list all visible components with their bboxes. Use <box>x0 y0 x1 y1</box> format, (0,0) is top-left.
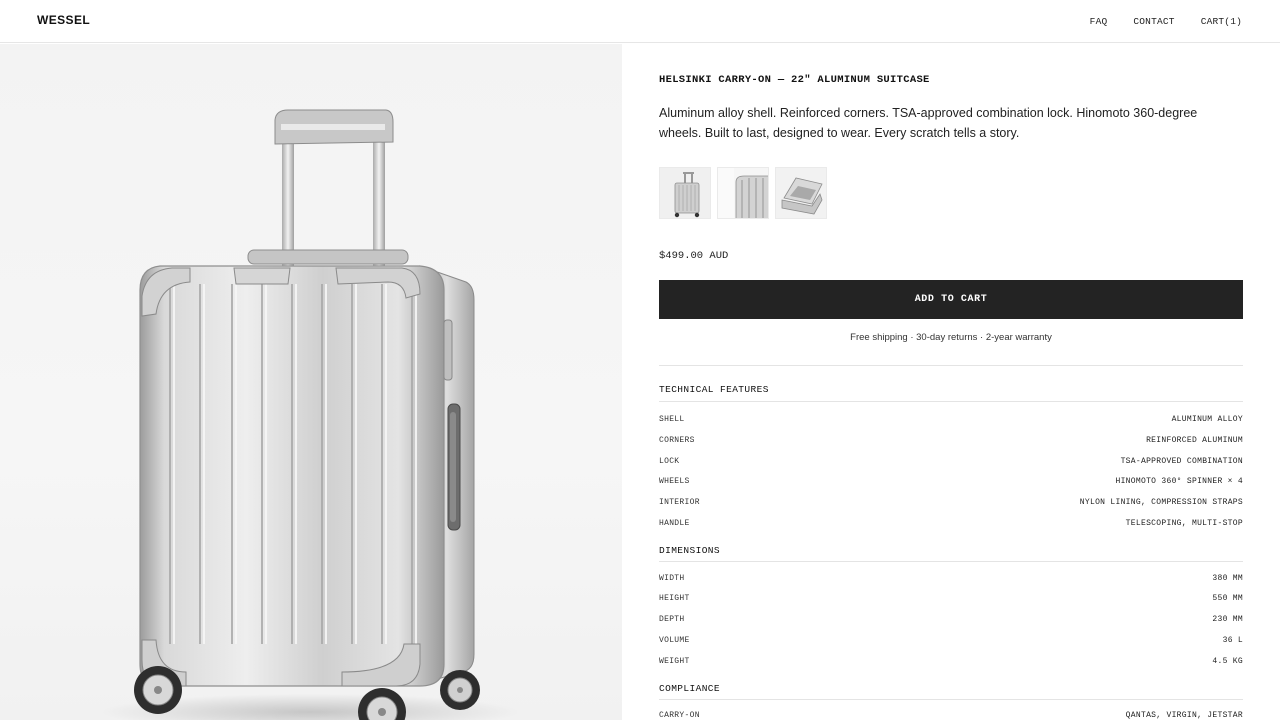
spec-row: DEPTH 230 MM <box>659 615 1243 629</box>
spec-value: 380 MM <box>1212 574 1243 583</box>
spec-value: 36 L <box>1222 636 1243 645</box>
product-title: HELSINKI CARRY-ON — 22" ALUMINUM SUITCAS… <box>659 74 930 86</box>
nav-cart-link[interactable]: CART(1) <box>1201 16 1242 27</box>
spec-value: 230 MM <box>1212 615 1243 624</box>
spec-row: INTERIOR NYLON LINING, COMPRESSION STRAPS <box>659 498 1243 512</box>
spec-row: CARRY-ON QANTAS, VIRGIN, JETSTAR <box>659 711 1243 720</box>
thumbnail-front[interactable] <box>659 167 711 219</box>
spec-value: HINOMOTO 360° SPINNER × 4 <box>1115 477 1243 486</box>
spec-value: NYLON LINING, COMPRESSION STRAPS <box>1079 498 1243 507</box>
spec-value: ALUMINUM ALLOY <box>1171 415 1243 424</box>
spec-row: HEIGHT 550 MM <box>659 594 1243 608</box>
technical-heading-divider <box>659 401 1243 402</box>
product-description: Aluminum alloy shell. Reinforced corners… <box>659 106 1198 140</box>
dimensions-heading-divider <box>659 561 1243 562</box>
spec-value: TELESCOPING, MULTI-STOP <box>1125 519 1243 528</box>
spec-row: SHELL ALUMINUM ALLOY <box>659 415 1243 429</box>
spec-key: CORNERS <box>659 436 695 445</box>
thumbnail-gallery <box>659 167 827 219</box>
thumbnail-side[interactable] <box>717 167 769 219</box>
site-header: WESSEL FAQ CONTACT CART(1) <box>0 0 1280 43</box>
spec-key: WEIGHT <box>659 657 690 666</box>
shipping-perks-text: Free shipping · 30-day returns · 2-year … <box>850 332 1052 343</box>
spec-value: REINFORCED ALUMINUM <box>1146 436 1243 445</box>
compliance-heading: COMPLIANCE <box>659 683 721 694</box>
technical-features-heading: TECHNICAL FEATURES <box>659 384 769 395</box>
spec-key: INTERIOR <box>659 498 700 507</box>
product-price: $499.00 AUD <box>659 250 729 262</box>
suitcase-side-icon <box>718 168 768 218</box>
spec-row: WEIGHT 4.5 KG <box>659 657 1243 671</box>
nav-faq-link[interactable]: FAQ <box>1090 16 1108 27</box>
main-nav: FAQ CONTACT CART(1) <box>1064 16 1242 27</box>
spec-value: TSA-APPROVED COMBINATION <box>1120 457 1243 466</box>
spec-key: WIDTH <box>659 574 685 583</box>
spec-row: LOCK TSA-APPROVED COMBINATION <box>659 457 1243 471</box>
spec-value: 550 MM <box>1212 594 1243 603</box>
spec-key: HEIGHT <box>659 594 690 603</box>
site-logo[interactable]: WESSEL <box>37 13 90 27</box>
thumbnail-open[interactable] <box>775 167 827 219</box>
add-to-cart-button[interactable]: ADD TO CART <box>659 280 1243 319</box>
spec-key: CARRY-ON <box>659 711 700 720</box>
spec-row: WHEELS HINOMOTO 360° SPINNER × 4 <box>659 477 1243 491</box>
suitcase-front-icon <box>660 168 710 218</box>
spec-key: WHEELS <box>659 477 690 486</box>
suitcase-icon <box>100 109 520 720</box>
compliance-heading-divider <box>659 699 1243 700</box>
spec-row: WIDTH 380 MM <box>659 574 1243 588</box>
spec-key: VOLUME <box>659 636 690 645</box>
spec-row: HANDLE TELESCOPING, MULTI-STOP <box>659 519 1243 533</box>
spec-value: 4.5 KG <box>1212 657 1243 666</box>
spec-key: LOCK <box>659 457 680 466</box>
suitcase-open-icon <box>776 168 826 218</box>
spec-key: DEPTH <box>659 615 685 624</box>
dimensions-heading: DIMENSIONS <box>659 545 721 556</box>
nav-contact-link[interactable]: CONTACT <box>1133 16 1174 27</box>
spec-key: SHELL <box>659 415 685 424</box>
spec-value: QANTAS, VIRGIN, JETSTAR <box>1125 711 1243 720</box>
spec-key: HANDLE <box>659 519 690 528</box>
spec-row: CORNERS REINFORCED ALUMINUM <box>659 436 1243 450</box>
product-hero-image[interactable] <box>0 44 622 720</box>
product-details-panel: HELSINKI CARRY-ON — 22" ALUMINUM SUITCAS… <box>659 44 1243 720</box>
spec-row: VOLUME 36 L <box>659 636 1243 650</box>
section-divider <box>659 365 1243 366</box>
